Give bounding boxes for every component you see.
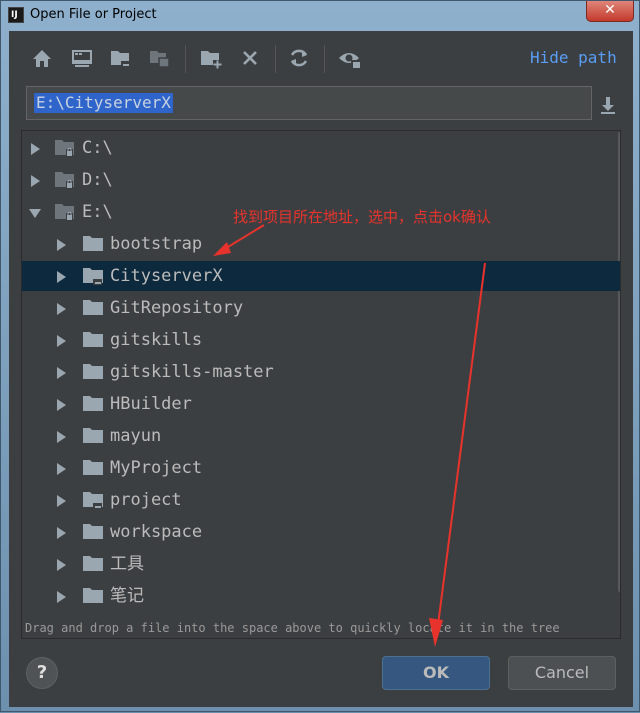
project-folder-icon <box>82 266 104 286</box>
tree-row-label: gitskills <box>110 330 203 350</box>
tree-row-folder[interactable]: MyProject <box>22 453 620 483</box>
expand-right-icon[interactable] <box>54 237 68 251</box>
tree-row-drive[interactable]: D:\ <box>22 165 620 195</box>
drive-icon <box>54 170 76 190</box>
tree-row-folder[interactable]: 工具 <box>22 549 620 579</box>
drive-icon <box>54 202 76 222</box>
dialog-content: Hide path E:\CityserverX C:\ D:\ E:\ bootst… <box>9 31 633 707</box>
refresh-icon[interactable] <box>284 43 314 73</box>
desktop-icon[interactable] <box>67 43 97 73</box>
tree-row-label: 笔记 <box>110 586 144 606</box>
home-icon[interactable] <box>27 43 57 73</box>
expand-right-icon[interactable] <box>54 557 68 571</box>
folder-icon <box>82 234 104 254</box>
folder-icon <box>82 554 104 574</box>
new-folder-icon[interactable] <box>196 43 226 73</box>
path-input-value: E:\CityserverX <box>34 93 173 113</box>
project-folder-icon[interactable] <box>106 43 136 73</box>
expand-right-icon[interactable] <box>54 589 68 603</box>
tree-row-folder[interactable]: bootstrap <box>22 229 620 259</box>
tree-row-label: HBuilder <box>110 394 192 414</box>
tree-row-folder[interactable]: HBuilder <box>22 389 620 419</box>
intellij-app-icon: IJ <box>8 7 24 23</box>
expand-right-icon[interactable] <box>54 269 68 283</box>
toolbar-separator <box>185 45 186 73</box>
tree-row-folder[interactable]: mayun <box>22 421 620 451</box>
tree-row-label: CityserverX <box>110 266 223 286</box>
tree-row-folder[interactable]: gitskills <box>22 325 620 355</box>
tree-row-label: gitskills-master <box>110 362 274 382</box>
tree-row-drive[interactable]: C:\ <box>22 133 620 163</box>
folder-icon <box>82 362 104 382</box>
title-bar[interactable]: IJ Open File or Project ✕ <box>1 1 640 31</box>
folder-icon <box>82 298 104 318</box>
expand-right-icon[interactable] <box>28 173 42 187</box>
expand-right-icon[interactable] <box>54 301 68 315</box>
expand-right-icon[interactable] <box>54 525 68 539</box>
expand-right-icon[interactable] <box>54 429 68 443</box>
open-file-dialog: IJ Open File or Project ✕ Hide path E:\C… <box>0 0 640 712</box>
folder-icon <box>82 394 104 414</box>
tree-row-label: project <box>110 490 182 510</box>
show-hidden-icon[interactable] <box>335 43 365 73</box>
tree-row-folder[interactable]: GitRepository <box>22 293 620 323</box>
tree-row-label: mayun <box>110 426 162 446</box>
tree-row-selected[interactable]: CityserverX <box>22 261 620 291</box>
ok-button[interactable]: OK <box>382 656 490 690</box>
project-folder-icon <box>82 490 104 510</box>
tree-row-label: 工具 <box>110 554 144 574</box>
tree-row-folder[interactable]: gitskills-master <box>22 357 620 387</box>
hide-path-link[interactable]: Hide path <box>530 48 617 67</box>
window-title: Open File or Project <box>30 7 157 22</box>
folder-icon <box>82 426 104 446</box>
tree-row-folder[interactable]: workspace <box>22 517 620 547</box>
tree-row-label: workspace <box>110 522 203 542</box>
tree-row-label: MyProject <box>110 458 203 478</box>
cancel-button[interactable]: Cancel <box>508 656 616 690</box>
expand-right-icon[interactable] <box>54 461 68 475</box>
help-button[interactable]: ? <box>26 657 58 689</box>
download-icon[interactable] <box>596 93 620 117</box>
tree-row-label: D:\ <box>82 170 113 190</box>
folder-icon <box>82 330 104 350</box>
folder-icon <box>82 522 104 542</box>
expand-down-icon[interactable] <box>28 205 42 219</box>
expand-right-icon[interactable] <box>54 365 68 379</box>
module-folder-icon[interactable] <box>145 43 175 73</box>
folder-icon <box>82 586 104 606</box>
folder-icon <box>82 458 104 478</box>
tree-row-folder[interactable]: 笔记 <box>22 581 620 611</box>
expand-right-icon[interactable] <box>28 141 42 155</box>
drive-icon <box>54 138 76 158</box>
close-window-button[interactable]: ✕ <box>586 1 634 22</box>
toolbar-separator <box>324 45 325 73</box>
tree-row-label: GitRepository <box>110 298 244 318</box>
tree-row-label: C:\ <box>82 138 113 158</box>
path-input[interactable]: E:\CityserverX <box>26 86 592 120</box>
expand-right-icon[interactable] <box>54 397 68 411</box>
toolbar-separator <box>275 45 276 73</box>
tree-row-label: bootstrap <box>110 234 203 254</box>
drag-drop-hint: Drag and drop a file into the space abov… <box>25 621 560 635</box>
delete-icon[interactable] <box>235 43 265 73</box>
tree-row-label: E:\ <box>82 202 113 222</box>
expand-right-icon[interactable] <box>54 493 68 507</box>
tree-row-folder[interactable]: project <box>22 485 620 515</box>
expand-right-icon[interactable] <box>54 333 68 347</box>
annotation-text: 找到项目所在地址，选中，点击ok确认 <box>233 208 491 226</box>
